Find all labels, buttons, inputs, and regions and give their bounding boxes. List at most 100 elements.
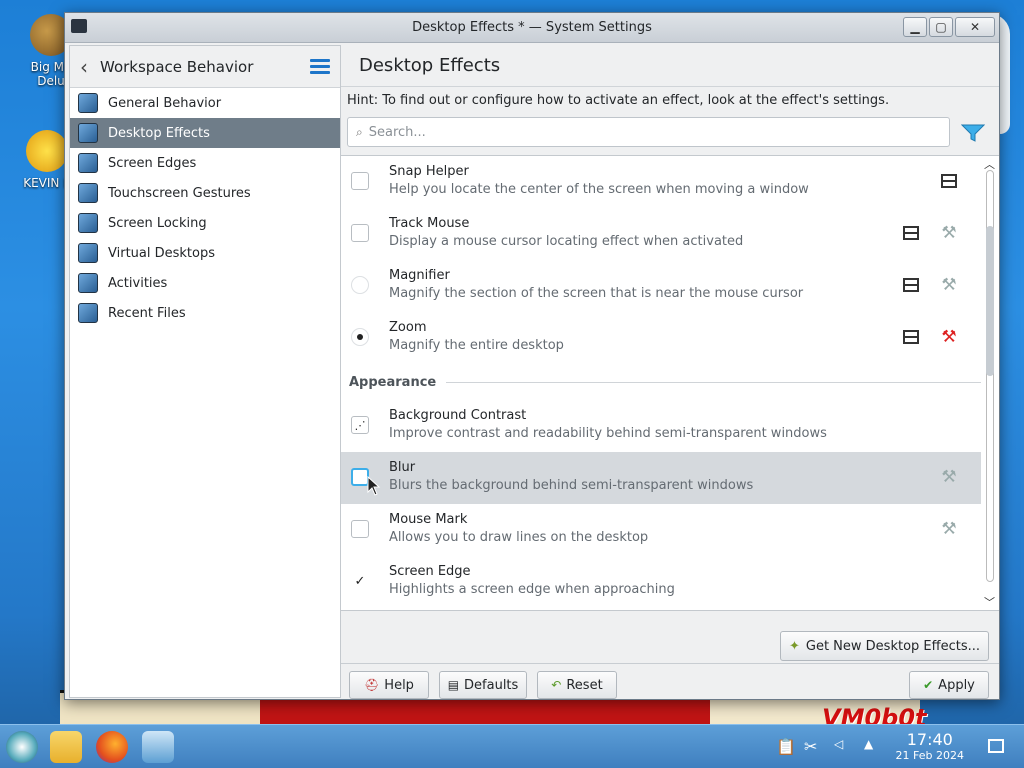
effect-name: Screen Edge bbox=[389, 564, 471, 579]
effect-row-magnifier[interactable]: Magnifier Magnify the section of the scre… bbox=[341, 260, 999, 312]
effect-row-screen-edge[interactable]: ✓ Screen Edge Highlights a screen edge wh… bbox=[341, 556, 999, 608]
configure-button[interactable]: ⚒ bbox=[939, 520, 959, 538]
effect-checkbox[interactable] bbox=[351, 520, 369, 538]
get-new-effects-button[interactable]: ✦ Get New Desktop Effects... bbox=[779, 631, 989, 661]
search-placeholder: Search... bbox=[368, 124, 426, 140]
sidebar-item-label: Desktop Effects bbox=[108, 125, 210, 141]
filter-funnel-icon[interactable] bbox=[961, 123, 985, 143]
effect-checkbox[interactable]: ✓ bbox=[351, 572, 369, 590]
system-settings-window: Desktop Effects * — System Settings ▁ ▢ … bbox=[64, 12, 1000, 700]
screen-edges-icon bbox=[78, 153, 98, 173]
start-menu-icon[interactable] bbox=[6, 731, 38, 763]
defaults-button[interactable]: ▤ Defaults bbox=[439, 671, 527, 699]
search-icon: ⌕ bbox=[356, 124, 363, 139]
film-icon bbox=[903, 330, 919, 344]
sidebar-item-touchscreen-gestures[interactable]: Touchscreen Gestures bbox=[70, 178, 340, 208]
effects-scrollbar[interactable]: ︿ ﹀ bbox=[981, 156, 999, 610]
effect-description: Magnify the section of the screen that i… bbox=[389, 286, 804, 301]
effect-name: Mouse Mark bbox=[389, 512, 468, 527]
sidebar-item-desktop-effects[interactable]: Desktop Effects bbox=[70, 118, 340, 148]
close-button[interactable]: ✕ bbox=[955, 17, 995, 37]
firefox-icon[interactable] bbox=[96, 731, 128, 763]
clipboard-icon[interactable]: 📋 bbox=[776, 737, 796, 756]
reset-label: Reset bbox=[566, 677, 603, 693]
effect-row-blur[interactable]: Blur Blurs the background behind semi-tra… bbox=[341, 452, 999, 504]
defaults-label: Defaults bbox=[464, 677, 519, 693]
maximize-button[interactable]: ▢ bbox=[929, 17, 953, 37]
effect-name: Zoom bbox=[389, 320, 427, 335]
configure-button[interactable]: ⚒ bbox=[939, 276, 959, 294]
titlebar[interactable]: Desktop Effects * — System Settings ▁ ▢ … bbox=[65, 13, 999, 43]
desktop-effects-icon bbox=[78, 123, 98, 143]
configure-button[interactable]: ⚒ bbox=[939, 224, 959, 242]
video-preview-button[interactable] bbox=[939, 172, 959, 190]
scissors-icon[interactable]: ✂ bbox=[804, 737, 817, 756]
apply-button[interactable]: ✔ Apply bbox=[909, 671, 989, 699]
clock[interactable]: 17:40 21 Feb 2024 bbox=[896, 730, 964, 762]
tray-expand-icon[interactable]: ▲ bbox=[864, 737, 873, 751]
sidebar-item-general-behavior[interactable]: General Behavior bbox=[70, 88, 340, 118]
sidebar-item-label: Activities bbox=[108, 275, 168, 291]
sidebar-item-recent-files[interactable]: Recent Files bbox=[70, 298, 340, 328]
effect-description: Allows you to draw lines on the desktop bbox=[389, 530, 649, 545]
app-menu-icon[interactable] bbox=[71, 19, 87, 33]
configure-tools-icon: ⚒ bbox=[941, 326, 957, 347]
film-icon bbox=[941, 174, 957, 188]
effect-description: Highlights a screen edge when approachin… bbox=[389, 582, 675, 597]
configure-button[interactable]: ⚒ bbox=[939, 328, 959, 346]
sidebar-item-virtual-desktops[interactable]: Virtual Desktops bbox=[70, 238, 340, 268]
help-button[interactable]: ⛑ Help bbox=[349, 671, 429, 699]
minimize-icon: ▁ bbox=[910, 20, 920, 34]
film-icon bbox=[903, 278, 919, 292]
activities-icon bbox=[78, 273, 98, 293]
back-arrow-icon[interactable]: ‹ bbox=[80, 55, 88, 79]
scroll-down-icon[interactable]: ﹀ bbox=[984, 594, 995, 610]
effects-list[interactable]: Snap Helper Help you locate the center of… bbox=[341, 155, 999, 611]
scrollbar-thumb[interactable] bbox=[986, 226, 994, 376]
volume-icon[interactable]: ◁ bbox=[834, 737, 843, 751]
effect-checkbox[interactable] bbox=[351, 172, 369, 190]
effect-row-background-contrast[interactable]: ⋰ Background Contrast Improve contrast an… bbox=[341, 400, 999, 452]
effect-name: Track Mouse bbox=[389, 216, 470, 231]
system-settings-task-icon[interactable] bbox=[142, 731, 174, 763]
get-new-effects-label: Get New Desktop Effects... bbox=[805, 638, 980, 654]
configure-tools-icon: ⚒ bbox=[941, 518, 957, 539]
search-input[interactable]: ⌕ Search... bbox=[347, 117, 950, 147]
help-label: Help bbox=[384, 677, 414, 693]
minimize-button[interactable]: ▁ bbox=[903, 17, 927, 37]
video-preview-button[interactable] bbox=[901, 276, 921, 294]
effect-name: Background Contrast bbox=[389, 408, 527, 423]
hamburger-menu-icon[interactable] bbox=[310, 59, 330, 74]
sidebar-item-screen-edges[interactable]: Screen Edges bbox=[70, 148, 340, 178]
help-lifebuoy-icon: ⛑ bbox=[364, 678, 380, 692]
sidebar-item-label: Touchscreen Gestures bbox=[108, 185, 251, 201]
video-preview-button[interactable] bbox=[901, 328, 921, 346]
effect-description: Blurs the background behind semi-transpa… bbox=[389, 478, 754, 493]
effect-row-zoom[interactable]: Zoom Magnify the entire desktop ⚒ bbox=[341, 312, 999, 364]
effect-row-snap-helper[interactable]: Snap Helper Help you locate the center of… bbox=[341, 156, 999, 208]
defaults-document-icon: ▤ bbox=[447, 678, 460, 692]
sidebar-item-activities[interactable]: Activities bbox=[70, 268, 340, 298]
configure-tools-icon: ⚒ bbox=[941, 274, 957, 295]
file-manager-icon[interactable] bbox=[50, 731, 82, 763]
video-preview-button[interactable] bbox=[901, 224, 921, 242]
effect-radio[interactable] bbox=[351, 328, 369, 346]
sidebar-item-label: Screen Locking bbox=[108, 215, 207, 231]
hint-text: Hint: To find out or configure how to ac… bbox=[347, 93, 890, 108]
sun-icon bbox=[26, 130, 68, 172]
window-title: Desktop Effects * — System Settings bbox=[412, 20, 652, 35]
section-title: Appearance bbox=[349, 374, 437, 390]
button-bar: ⛑ Help ▤ Defaults ↶ Reset ✔ Apply bbox=[341, 663, 999, 699]
reset-button[interactable]: ↶ Reset bbox=[537, 671, 617, 699]
effect-row-track-mouse[interactable]: Track Mouse Display a mouse cursor locati… bbox=[341, 208, 999, 260]
effect-radio[interactable] bbox=[351, 276, 369, 294]
effect-row-mouse-mark[interactable]: Mouse Mark Allows you to draw lines on th… bbox=[341, 504, 999, 556]
effect-checkbox[interactable] bbox=[351, 224, 369, 242]
configure-button[interactable]: ⚒ bbox=[939, 468, 959, 486]
sidebar-item-screen-locking[interactable]: Screen Locking bbox=[70, 208, 340, 238]
download-star-icon: ✦ bbox=[788, 638, 800, 654]
effect-checkbox[interactable]: ⋰ bbox=[351, 416, 369, 434]
sidebar-title: Workspace Behavior bbox=[100, 57, 254, 76]
show-desktop-icon[interactable] bbox=[988, 739, 1004, 753]
sidebar-item-label: Screen Edges bbox=[108, 155, 197, 171]
